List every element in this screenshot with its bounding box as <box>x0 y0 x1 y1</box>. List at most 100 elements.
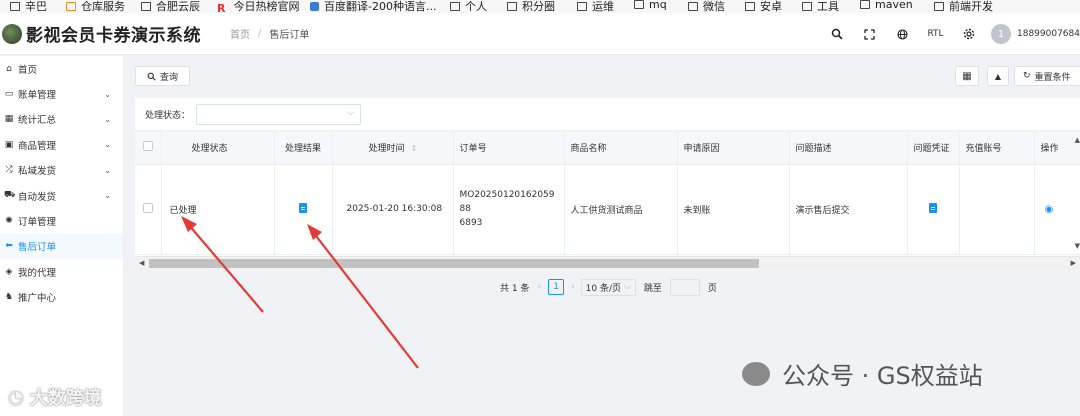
filter-bar: 处理状态： ⌵ <box>135 98 1080 130</box>
user-menu[interactable]: 1 18899007684 <box>991 24 1080 44</box>
scroll-up-arrow[interactable]: ▲ <box>1075 136 1080 144</box>
row-checkbox[interactable] <box>135 164 162 255</box>
bookmarks-bar: 辛巴 仓库服务 合肥云辰 R 今日热榜官网 百度翻译-200种语言... 个人 积… <box>0 0 1080 13</box>
chevron-down-icon: ⌄ <box>104 165 111 175</box>
breadcrumb-home[interactable]: 首页 <box>230 26 250 41</box>
bookmark-item[interactable]: mq <box>634 0 667 11</box>
scrollbar-thumb[interactable] <box>149 259 759 268</box>
page-number[interactable]: 1 <box>548 279 565 295</box>
calendar-icon: ▣ <box>4 139 14 150</box>
scroll-right-arrow[interactable]: ▶ <box>1071 259 1076 267</box>
after-sales-table: 处理状态 处理结果 处理时间 ⇕ 订单号 商品名称 申请原因 问题描述 问题凭证 … <box>135 132 1080 270</box>
sidebar-item-home[interactable]: ⌂ 首页 <box>0 56 123 81</box>
horizontal-scrollbar[interactable]: ◀ ▶ <box>135 256 1080 270</box>
table-row: 已处理 2025-01-20 16:30:08 MO20250120162059… <box>135 164 1080 255</box>
page-size-select[interactable]: 10 条/页 ⌵ <box>580 278 636 296</box>
rtl-toggle[interactable]: RTL <box>919 29 952 39</box>
bookmark-item[interactable]: 辛巴 <box>10 0 47 13</box>
scroll-left-arrow[interactable]: ◀ <box>139 259 144 267</box>
col-header-time[interactable]: 处理时间 ⇕ <box>332 132 454 165</box>
sidebar-item-orders[interactable]: ✺ 订单管理 <box>0 208 123 233</box>
column-settings-button[interactable]: ▦ <box>955 66 979 86</box>
bookmark-item[interactable]: 前端开发 <box>934 0 993 13</box>
col-header-account: 充值账号 <box>959 132 1035 165</box>
brand-logo-icon: ◔ <box>8 386 24 408</box>
stats-icon: ▦ <box>4 114 14 125</box>
user-name: 18899007684 <box>1017 29 1080 39</box>
cell-status: 已处理 <box>161 164 275 255</box>
chevron-down-icon: ⌄ <box>104 89 111 99</box>
search-icon[interactable] <box>820 28 853 40</box>
col-header-status: 处理状态 <box>161 132 275 165</box>
sidebar-item-private-delivery[interactable]: ⤮ 私域发货 ⌄ <box>0 158 123 183</box>
col-header-order-no: 订单号 <box>453 132 565 165</box>
select-all-checkbox[interactable] <box>135 132 162 165</box>
cell-order-no: MO20250120162059​88 6893 <box>453 164 565 255</box>
bookmark-item[interactable]: R 今日热榜官网 <box>217 0 299 13</box>
folder-icon <box>934 1 944 11</box>
col-header-product: 商品名称 <box>564 132 678 165</box>
bookmark-item[interactable]: 百度翻译-200种语言... <box>310 0 436 13</box>
reset-button[interactable]: ↻ 重置条件 <box>1014 66 1080 86</box>
cell-reason: 未到账 <box>677 164 790 255</box>
cell-time: 2025-01-20 16:30:08 <box>332 164 454 255</box>
folder-icon <box>802 1 812 11</box>
document-icon[interactable] <box>299 202 307 213</box>
bookmark-item[interactable]: 工具 <box>802 0 839 13</box>
col-header-reason: 申请原因 <box>677 132 790 165</box>
app-title: 影视会员卡券演示系统 <box>26 26 201 46</box>
col-header-action: 操作 <box>1034 132 1080 165</box>
sidebar-item-stats[interactable]: ▦ 统计汇总 ⌄ <box>0 107 123 132</box>
avatar: 1 <box>991 24 1011 44</box>
cell-result <box>274 164 333 255</box>
car-icon: ⛟ <box>4 190 16 201</box>
link-icon <box>66 1 76 11</box>
sidebar-item-products[interactable]: ▣ 商品管理 ⌄ <box>0 132 123 157</box>
search-button[interactable]: 查询 <box>135 66 190 86</box>
sidebar-item-agents[interactable]: ◈ 我的代理 <box>0 259 123 284</box>
breadcrumb-current: 售后订单 <box>269 30 310 41</box>
refresh-icon: ↻ <box>1023 71 1031 81</box>
jump-label: 跳至 <box>643 283 662 294</box>
sidebar-item-after-sales[interactable]: ⬅ 售后订单 <box>0 233 123 260</box>
jump-input[interactable] <box>669 278 700 296</box>
bookmark-item[interactable]: 微信 <box>688 0 725 13</box>
bill-icon: ▭ <box>4 89 14 100</box>
collapse-button[interactable]: ▲ <box>987 66 1009 86</box>
prev-page-icon[interactable]: ‹ <box>537 282 541 292</box>
chevron-down-icon: ⌄ <box>104 140 111 150</box>
agent-icon: ◈ <box>5 266 13 277</box>
grid-icon: ▦ <box>962 70 972 82</box>
cell-description: 演示售后提交 <box>789 164 908 255</box>
bookmark-item[interactable]: 个人 <box>450 0 487 13</box>
status-filter-label: 处理状态： <box>145 110 191 121</box>
document-icon[interactable] <box>929 202 937 213</box>
sort-icon[interactable]: ⇕ <box>411 144 418 153</box>
bookmark-item[interactable]: 合肥云辰 <box>141 0 200 13</box>
scroll-down-arrow[interactable]: ▼ <box>1075 242 1080 250</box>
bookmark-item[interactable]: 积分圈 <box>507 0 555 13</box>
bookmark-item[interactable]: 运维 <box>577 0 614 13</box>
sidebar-item-promotion[interactable]: ♞ 推广中心 <box>0 285 123 310</box>
app-logo[interactable]: 影视会员卡券演示系统 <box>0 21 215 46</box>
eye-icon[interactable]: ◉ <box>1045 204 1054 215</box>
folder-icon <box>688 1 698 11</box>
cell-proof <box>907 164 960 255</box>
breadcrumb: 首页 / 售后订单 <box>230 26 309 41</box>
logo-image <box>2 23 22 44</box>
folder-icon <box>141 1 151 11</box>
cell-account <box>959 164 1035 255</box>
globe-icon[interactable] <box>886 28 919 40</box>
bookmark-item[interactable]: 仓库服务 <box>66 0 125 13</box>
col-header-result: 处理结果 <box>274 132 333 165</box>
folder-icon <box>10 1 20 11</box>
fullscreen-icon[interactable] <box>853 28 886 40</box>
status-filter-select[interactable]: ⌵ <box>196 103 362 125</box>
next-page-icon[interactable]: › <box>571 282 575 292</box>
bookmark-item[interactable]: maven <box>860 0 913 11</box>
gear-icon: ✺ <box>5 216 13 227</box>
bookmark-item[interactable]: 安卓 <box>745 0 782 13</box>
gear-icon[interactable] <box>952 28 985 40</box>
sidebar-item-auto-delivery[interactable]: ⛟ 自动发货 ⌄ <box>0 183 123 208</box>
sidebar-item-bills[interactable]: ▭ 账单管理 ⌄ <box>0 81 123 106</box>
